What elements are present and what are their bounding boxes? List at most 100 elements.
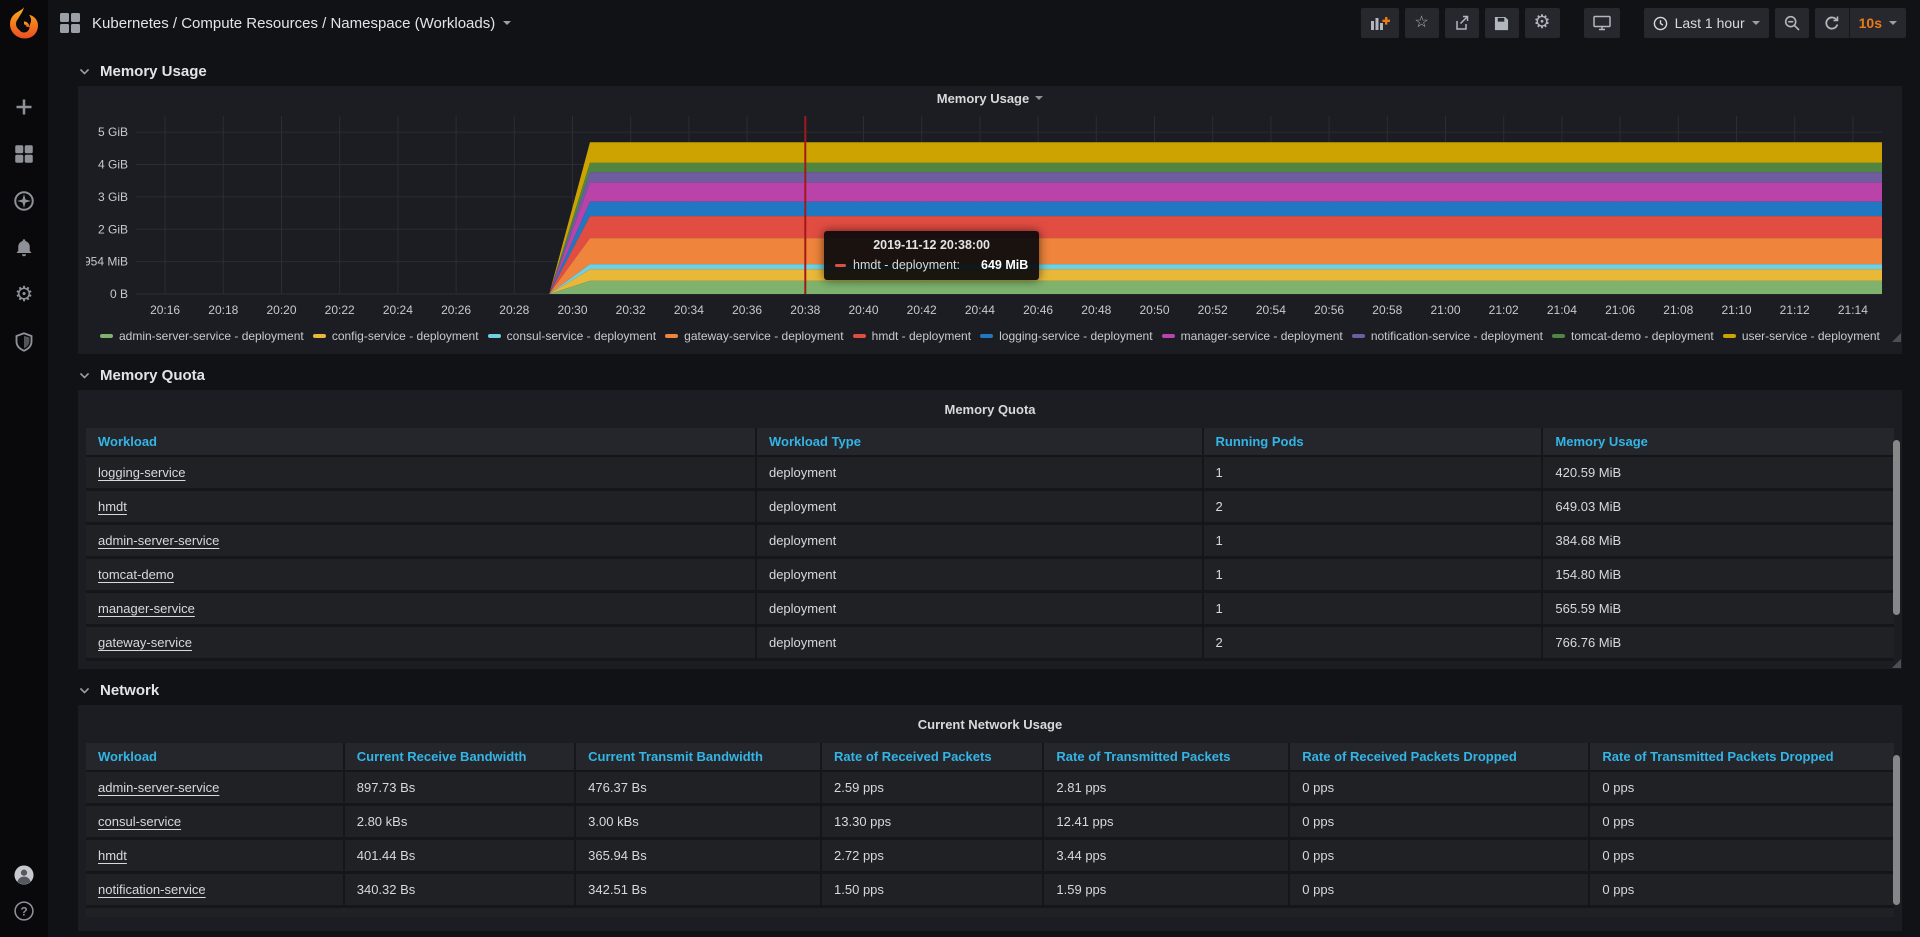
legend-item[interactable]: tomcat-demo - deployment (1552, 329, 1714, 343)
star-button[interactable]: ☆ (1405, 8, 1439, 38)
table-cell: 3.44 pps (1042, 840, 1288, 874)
stacked-area-chart[interactable]: 0 B954 MiB2 GiB3 GiB4 GiB5 GiB20:1620:18… (86, 110, 1894, 322)
legend-item[interactable]: logging-service - deployment (980, 329, 1152, 343)
legend-color-dash (853, 334, 866, 338)
panel-resize-handle[interactable] (1892, 333, 1901, 342)
zoom-out-button[interactable] (1775, 8, 1809, 38)
refresh-interval-picker[interactable]: 10s (1849, 8, 1906, 38)
time-range-picker[interactable]: Last 1 hour (1644, 8, 1769, 38)
table-row: gateway-servicedeployment2766.76 MiB (86, 627, 1894, 661)
table-cell: 0 pps (1288, 874, 1588, 908)
memory-quota-panel-title[interactable]: Memory Quota (86, 390, 1894, 428)
workload-link[interactable]: manager-service (98, 601, 195, 616)
workload-link[interactable]: tomcat-demo (98, 567, 174, 582)
add-panel-button[interactable] (1361, 8, 1399, 38)
dashboards-grid-icon[interactable] (14, 144, 34, 164)
workload-link[interactable]: admin-server-service (98, 533, 219, 548)
table-row: admin-server-service897.73 Bs476.37 Bs2.… (86, 772, 1894, 806)
workload-link[interactable]: consul-service (98, 814, 181, 829)
column-header[interactable]: Rate of Transmitted Packets (1042, 743, 1288, 772)
x-axis-label: 21:12 (1780, 303, 1810, 317)
table-cell: 401.44 Bs (343, 840, 574, 874)
section-row-memory-quota[interactable]: Memory Quota (78, 360, 1902, 390)
user-avatar[interactable] (14, 865, 34, 885)
table-cell: 0 pps (1588, 772, 1894, 806)
table-scrollbar[interactable] (1893, 755, 1900, 905)
grafana-logo-icon[interactable] (5, 5, 43, 43)
settings-gear-button[interactable]: ⚙ (1525, 8, 1560, 38)
section-title: Memory Usage (100, 63, 207, 80)
share-button[interactable] (1445, 8, 1479, 38)
plus-icon[interactable] (14, 97, 34, 117)
workload-link[interactable]: hmdt (98, 499, 127, 514)
memory-usage-chart[interactable]: 0 B954 MiB2 GiB3 GiB4 GiB5 GiB20:1620:18… (78, 110, 1902, 343)
workload-link[interactable]: gateway-service (98, 635, 192, 650)
table-cell: deployment (755, 593, 1202, 627)
panel-resize-handle[interactable] (1892, 659, 1901, 668)
table-cell: 3.00 kBs (574, 806, 820, 840)
legend-item[interactable]: manager-service - deployment (1162, 329, 1343, 343)
table-scrollbar[interactable] (1893, 440, 1900, 615)
x-axis-label: 20:18 (208, 303, 238, 317)
refresh-button[interactable] (1815, 8, 1849, 38)
section-row-network[interactable]: Network (78, 675, 1902, 705)
table-cell: 2.59 pps (820, 772, 1042, 806)
legend-item[interactable]: user-service - deployment (1723, 329, 1880, 343)
grafana-app: ⚙ ? Kubernetes / Compute Resources / Nam… (0, 0, 1920, 937)
workload-cell: gateway-service (86, 627, 755, 661)
section-row-memory-usage[interactable]: Memory Usage (78, 56, 1902, 86)
table-cell: 384.68 MiB (1541, 525, 1894, 559)
chart-legend: admin-server-service - deployment config-… (86, 327, 1894, 343)
column-header[interactable]: Rate of Received Packets (820, 743, 1042, 772)
network-table: WorkloadCurrent Receive BandwidthCurrent… (86, 743, 1894, 908)
column-header[interactable]: Current Transmit Bandwidth (574, 743, 820, 772)
clock-icon (1653, 16, 1668, 31)
x-axis-label: 20:32 (616, 303, 646, 317)
table-cell: 2.81 pps (1042, 772, 1288, 806)
column-header[interactable]: Memory Usage (1541, 428, 1894, 457)
configuration-gear-icon[interactable]: ⚙ (14, 285, 34, 305)
column-header[interactable]: Workload (86, 743, 343, 772)
workload-link[interactable]: logging-service (98, 465, 185, 480)
memory-usage-panel-title[interactable]: Memory Usage (78, 86, 1902, 110)
legend-item[interactable]: consul-service - deployment (488, 329, 656, 343)
column-header[interactable]: Running Pods (1202, 428, 1542, 457)
top-navbar: Kubernetes / Compute Resources / Namespa… (48, 0, 1920, 46)
server-admin-shield-icon[interactable] (14, 332, 34, 352)
chart-tooltip: 2019-11-12 20:38:00 hmdt - deployment: 6… (824, 231, 1039, 280)
column-header[interactable]: Workload Type (755, 428, 1202, 457)
legend-label: manager-service - deployment (1181, 329, 1343, 343)
dashboard-title[interactable]: Kubernetes / Compute Resources / Namespa… (92, 15, 511, 32)
legend-item[interactable]: notification-service - deployment (1352, 329, 1543, 343)
legend-item[interactable]: hmdt - deployment (853, 329, 971, 343)
workload-link[interactable]: hmdt (98, 848, 127, 863)
explore-compass-icon[interactable] (14, 191, 34, 211)
legend-item[interactable]: config-service - deployment (313, 329, 479, 343)
x-axis-label: 20:50 (1139, 303, 1169, 317)
table-cell: 0 pps (1588, 874, 1894, 908)
workload-link[interactable]: notification-service (98, 882, 206, 897)
save-button[interactable] (1485, 8, 1519, 38)
help-icon[interactable]: ? (14, 901, 34, 921)
column-header[interactable]: Current Receive Bandwidth (343, 743, 574, 772)
workload-cell: tomcat-demo (86, 559, 755, 593)
workload-link[interactable]: admin-server-service (98, 780, 219, 795)
legend-item[interactable]: admin-server-service - deployment (100, 329, 304, 343)
cycle-view-monitor-button[interactable] (1584, 8, 1620, 38)
memory-quota-panel: Memory Quota WorkloadWorkload TypeRunnin… (78, 390, 1902, 669)
table-cell: 0 pps (1288, 772, 1588, 806)
apps-grid-icon[interactable] (60, 13, 80, 33)
column-header[interactable]: Rate of Transmitted Packets Dropped (1588, 743, 1894, 772)
x-axis-label: 20:46 (1023, 303, 1053, 317)
section-title: Network (100, 682, 159, 699)
legend-item[interactable]: gateway-service - deployment (665, 329, 843, 343)
table-cell: 2 (1202, 627, 1542, 661)
table-row: hmdt401.44 Bs365.94 Bs2.72 pps3.44 pps0 … (86, 840, 1894, 874)
legend-label: tomcat-demo - deployment (1571, 329, 1714, 343)
column-header[interactable]: Workload (86, 428, 755, 457)
column-header[interactable]: Rate of Received Packets Dropped (1288, 743, 1588, 772)
network-panel-title[interactable]: Current Network Usage (86, 705, 1894, 743)
alerting-bell-icon[interactable] (14, 238, 34, 258)
sidebar: ⚙ ? (0, 0, 48, 937)
legend-color-dash (100, 334, 113, 338)
